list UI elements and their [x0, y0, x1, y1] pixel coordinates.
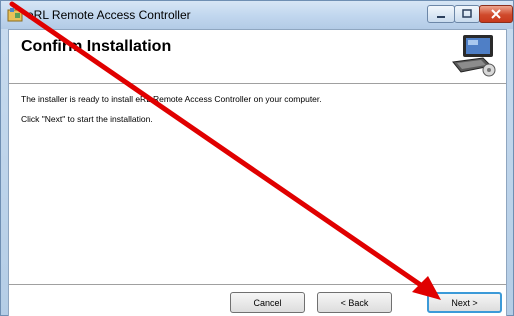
page-title: Confirm Installation [21, 38, 172, 55]
window-title: eRL Remote Access Controller [27, 8, 191, 22]
close-icon [491, 9, 501, 19]
computer-install-icon [452, 35, 496, 77]
maximize-button[interactable] [454, 5, 480, 23]
back-button-label: < Back [340, 297, 369, 308]
next-button-label: Next > [451, 297, 478, 308]
minimize-icon [437, 16, 445, 18]
cancel-button[interactable]: Cancel [230, 292, 305, 313]
title-bar[interactable]: eRL Remote Access Controller [1, 1, 513, 29]
close-button[interactable] [479, 5, 513, 23]
installer-icon [7, 8, 23, 22]
ready-message: The installer is ready to install eRL Re… [21, 94, 322, 104]
minimize-button[interactable] [427, 5, 455, 23]
next-button[interactable]: Next > [427, 292, 502, 313]
back-button[interactable]: < Back [317, 292, 392, 313]
header-banner: Confirm Installation [9, 30, 506, 82]
installer-window: eRL Remote Access Controller Confirm Ins… [0, 0, 514, 316]
next-instruction: Click "Next" to start the installation. [21, 114, 153, 124]
maximize-icon [462, 9, 472, 18]
installer-client-area: Confirm Installation The installer is re… [8, 29, 507, 316]
header-separator [9, 83, 506, 85]
cancel-button-label: Cancel [253, 297, 282, 308]
footer-separator [9, 284, 506, 286]
